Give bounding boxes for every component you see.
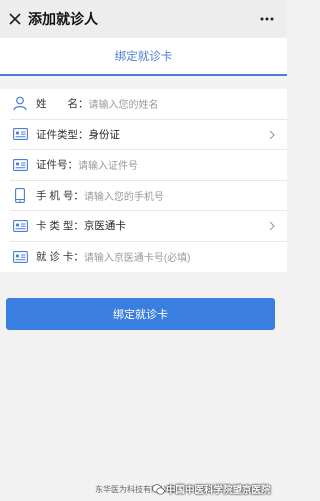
section-header: 绑定就诊卡 bbox=[0, 38, 287, 76]
chevron-right-icon bbox=[267, 129, 277, 141]
card-type-select[interactable]: 京医通卡 bbox=[84, 218, 126, 233]
patient-form: 姓 名： 请输入您的姓名 证件类型： 身份证 证件号： 请输入证件号 手 机 号… bbox=[0, 89, 287, 272]
id-card-icon bbox=[10, 155, 30, 175]
bind-card-button[interactable]: 绑定就诊卡 bbox=[6, 298, 275, 330]
name-input[interactable]: 请输入您的姓名 bbox=[89, 96, 159, 111]
id-number-input[interactable]: 请输入证件号 bbox=[78, 157, 138, 172]
id-card-icon bbox=[10, 124, 30, 144]
card-number-field[interactable]: 就 诊 卡： 请输入京医通卡号(必填) bbox=[10, 242, 287, 273]
id-type-label: 证件类型： bbox=[36, 128, 89, 141]
phone-field[interactable]: 手 机 号： 请输入您的手机号 bbox=[10, 181, 287, 211]
phone-label: 手 机 号： bbox=[36, 189, 84, 202]
nav-bar: 添加就诊人 bbox=[0, 0, 287, 38]
footer: 东华医为科技有限公司 中国中医科学院望京医院 bbox=[0, 478, 287, 501]
id-number-field[interactable]: 证件号： 请输入证件号 bbox=[10, 150, 287, 181]
id-type-select[interactable]: 身份证 bbox=[89, 127, 121, 142]
wechat-icon bbox=[152, 483, 165, 495]
person-icon bbox=[10, 94, 30, 114]
phone-icon bbox=[10, 185, 30, 205]
page-title: 添加就诊人 bbox=[28, 11, 98, 27]
card-type-field[interactable]: 卡 类 型： 京医通卡 bbox=[10, 211, 287, 242]
phone-input[interactable]: 请输入您的手机号 bbox=[84, 188, 164, 203]
watermark: 中国中医科学院望京医院 bbox=[152, 482, 271, 496]
name-field[interactable]: 姓 名： 请输入您的姓名 bbox=[10, 89, 287, 120]
watermark-text: 中国中医科学院望京医院 bbox=[166, 485, 271, 496]
more-icon[interactable] bbox=[257, 9, 277, 29]
chevron-right-icon bbox=[267, 220, 277, 232]
card-number-label: 就 诊 卡： bbox=[36, 251, 84, 264]
card-icon bbox=[10, 247, 30, 267]
close-icon[interactable] bbox=[4, 8, 26, 30]
card-icon bbox=[10, 216, 30, 236]
section-title: 绑定就诊卡 bbox=[114, 51, 173, 63]
card-number-input[interactable]: 请输入京医通卡号(必填) bbox=[84, 249, 191, 264]
card-type-label: 卡 类 型： bbox=[36, 220, 84, 233]
id-number-label: 证件号： bbox=[36, 159, 78, 172]
name-label: 姓 名： bbox=[36, 98, 89, 111]
id-type-field[interactable]: 证件类型： 身份证 bbox=[10, 120, 287, 150]
